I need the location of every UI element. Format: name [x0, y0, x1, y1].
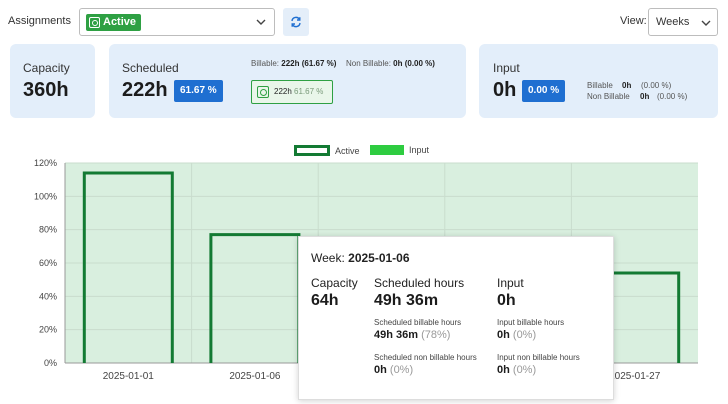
assignments-label: Assignments — [8, 15, 71, 27]
active-chip[interactable]: Active — [86, 14, 142, 31]
tooltip-sched-non-billable-value: 0h — [374, 364, 387, 376]
input-non-billable-value: 0h — [640, 92, 650, 101]
x-tick-label: 2025-01-06 — [229, 371, 281, 382]
tooltip-input-non-billable-value: 0h — [497, 364, 510, 376]
legend-input-swatch — [370, 145, 404, 155]
input-card: Input 0h 0.00 % Billable 0h (0.00 %) Non… — [479, 44, 718, 118]
tooltip-input-billable-label: Input billable hours — [497, 318, 565, 327]
input-billable-value: 0h — [622, 81, 632, 90]
tooltip-sched-non-billable-pct: (0%) — [389, 364, 414, 376]
scheduled-card: Scheduled 222h 61.67 % Billable: 222h (6… — [109, 44, 466, 118]
status-icon — [89, 17, 100, 28]
tooltip-week-label: Week: — [311, 251, 345, 265]
input-pct-badge: 0.00 % — [522, 80, 566, 102]
capacity-title: Capacity — [23, 61, 70, 75]
tooltip-scheduled-value: 49h 36m — [374, 292, 439, 309]
chevron-down-icon — [256, 19, 266, 25]
scheduled-value: 222h — [122, 79, 168, 101]
chart-tooltip: Week: 2025-01-06 Capacity 64h Scheduled … — [298, 236, 614, 400]
input-non-billable-label: Non Billable — [587, 92, 630, 101]
refresh-icon — [291, 16, 301, 28]
billable-value: 222h (61.67 %) — [281, 59, 337, 68]
view-label: View: — [620, 15, 647, 27]
tooltip-capacity-value: 64h — [311, 292, 339, 309]
view-select-value: Weeks — [656, 16, 690, 28]
tooltip-input-billable-pct: (0%) — [512, 329, 537, 341]
non-billable-value: 0h (0.00 %) — [393, 59, 435, 68]
toolbar: Assignments Active View: Weeks — [0, 8, 728, 36]
y-tick-label: 100% — [34, 191, 57, 201]
input-value: 0h — [493, 79, 517, 101]
input-title: Input — [493, 61, 520, 75]
scheduled-chip-value: 222h — [274, 87, 292, 96]
input-billable-pct: (0.00 %) — [641, 81, 672, 90]
legend-active-label: Active — [335, 145, 360, 156]
scheduled-title: Scheduled — [122, 61, 179, 75]
tooltip-sched-non-billable-label: Scheduled non billable hours — [374, 353, 477, 362]
tooltip-scheduled-label: Scheduled hours — [374, 276, 465, 290]
input-billable-label: Billable — [587, 81, 613, 90]
tooltip-input-non-billable: 0h (0%) — [497, 364, 536, 376]
billable-label: Billable: — [251, 59, 280, 68]
tooltip-week: Week: 2025-01-06 — [311, 251, 410, 265]
chevron-down-icon — [701, 20, 711, 26]
y-tick-label: 40% — [39, 291, 57, 301]
capacity-value: 360h — [23, 79, 69, 101]
scheduled-non-billable: Non Billable: 0h (0.00 %) — [346, 59, 435, 68]
assignments-select[interactable]: Active — [79, 8, 275, 36]
scheduled-chip: 222h 61.67 % — [251, 80, 333, 104]
y-tick-label: 80% — [39, 225, 57, 235]
tooltip-week-value: 2025-01-06 — [348, 251, 410, 265]
tooltip-sched-billable-value: 49h 36m — [374, 329, 419, 341]
y-tick-label: 0% — [44, 358, 57, 368]
legend-input[interactable]: Input — [370, 145, 429, 155]
tooltip-input-non-billable-label: Input non billable hours — [497, 353, 580, 362]
refresh-button[interactable] — [283, 8, 309, 36]
tooltip-capacity-label: Capacity — [311, 276, 358, 290]
tooltip-input-billable: 0h (0%) — [497, 329, 536, 341]
tooltip-sched-billable: 49h 36m (78%) — [374, 329, 450, 341]
non-billable-label: Non Billable: — [346, 59, 391, 68]
tooltip-sched-non-billable: 0h (0%) — [374, 364, 413, 376]
tooltip-input-label: Input — [497, 276, 524, 290]
tooltip-sched-billable-label: Scheduled billable hours — [374, 318, 462, 327]
tooltip-input-value: 0h — [497, 292, 516, 309]
active-chip-label: Active — [103, 16, 137, 28]
x-tick-label: 2025-01-27 — [609, 371, 661, 382]
tooltip-input-billable-value: 0h — [497, 329, 510, 341]
tooltip-input-non-billable-pct: (0%) — [512, 364, 537, 376]
tooltip-sched-billable-pct: (78%) — [421, 329, 451, 341]
scheduled-pct-badge: 61.67 % — [174, 80, 223, 102]
scheduled-billable: Billable: 222h (61.67 %) — [251, 59, 336, 68]
y-tick-label: 60% — [39, 258, 57, 268]
view-select[interactable]: Weeks — [648, 8, 718, 36]
scheduled-chip-pct: 61.67 % — [294, 87, 324, 96]
legend-input-label: Input — [409, 145, 430, 155]
status-icon — [257, 86, 269, 98]
capacity-card: Capacity 360h — [10, 44, 95, 118]
y-tick-label: 20% — [39, 325, 57, 335]
input-non-billable-pct: (0.00 %) — [657, 92, 688, 101]
y-tick-label: 120% — [34, 158, 57, 168]
x-tick-label: 2025-01-01 — [103, 371, 155, 382]
